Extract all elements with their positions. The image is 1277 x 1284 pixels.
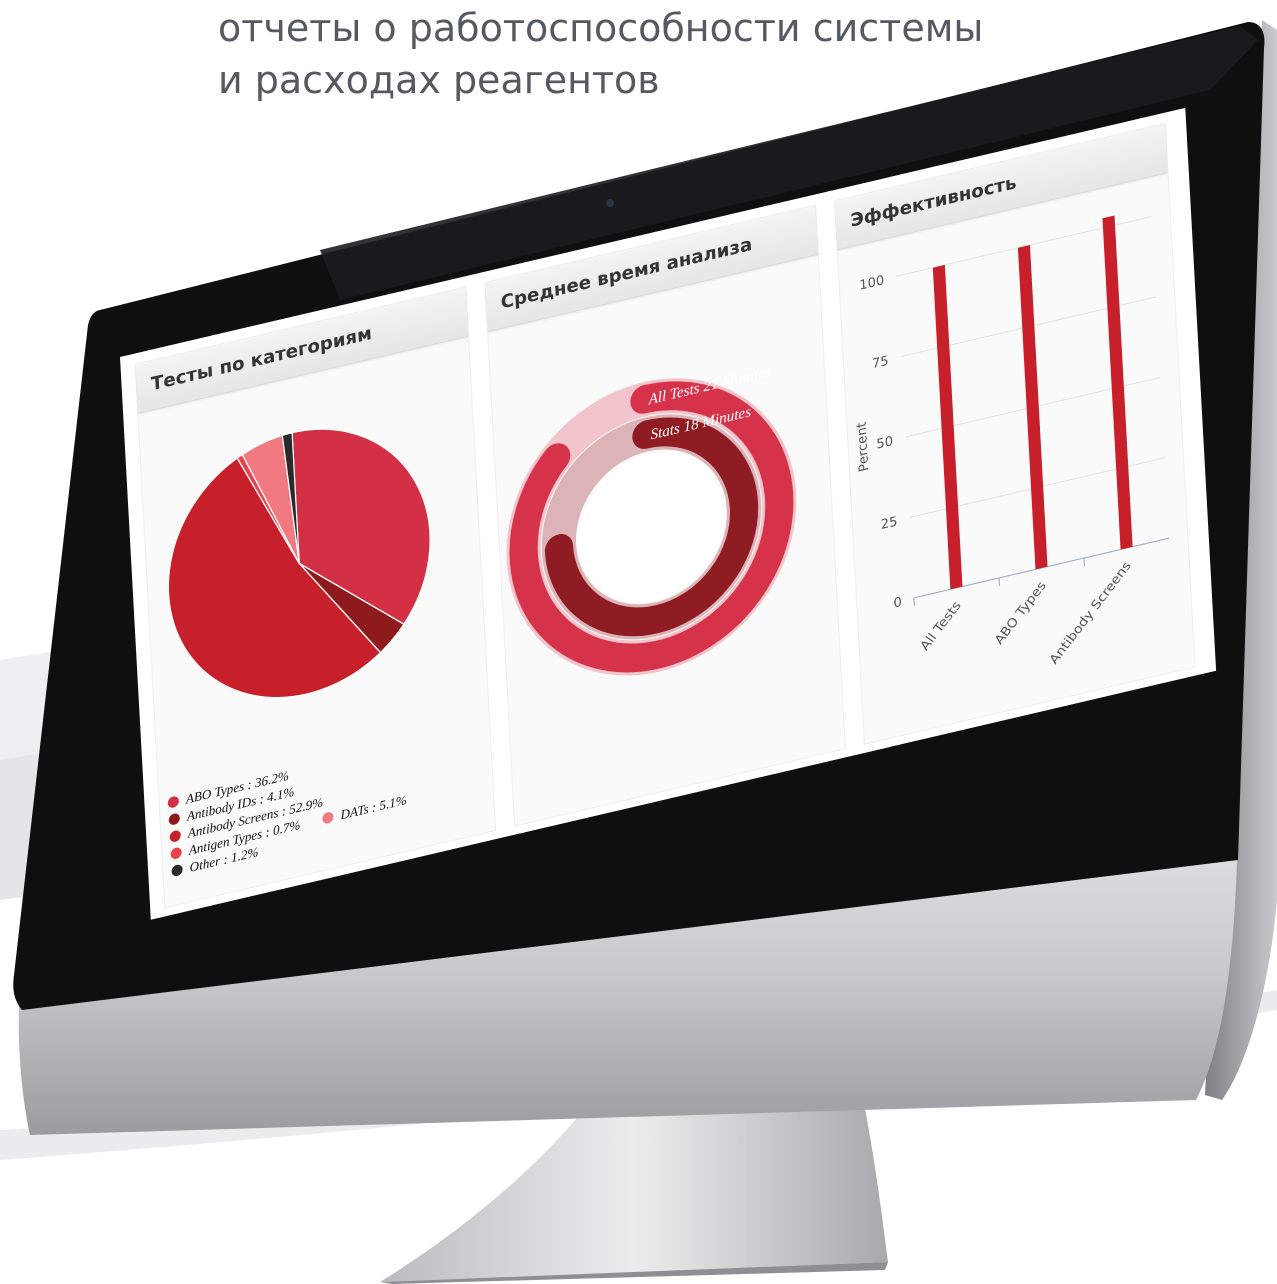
- y-axis-label: Percent: [855, 420, 872, 473]
- y-tick-label: 25: [880, 514, 897, 533]
- legend-dot-icon: [322, 811, 334, 825]
- y-tick-label: 50: [876, 434, 893, 453]
- y-tick-label: 75: [872, 354, 889, 373]
- pie-chart: [167, 428, 431, 699]
- bar-chart: 0 25 50 75 100 Percent All Tests ABO TypesAntib…: [855, 215, 1170, 667]
- x-tick-label: All Tests: [918, 599, 964, 653]
- legend-dot-icon: [169, 829, 182, 844]
- radial-chart: All Tests 21 MinutesStats 18 Minutes: [506, 363, 797, 676]
- panel-categories: Тесты по категориям ABO Types : 36.2% Ant…: [134, 286, 497, 909]
- panel-efficiency: Эффективность 0 25 50 75 100 Percent All Tests…: [834, 122, 1196, 745]
- bar-all-tests[interactable]: [932, 264, 963, 590]
- bar-antibody-screens[interactable]: [1102, 215, 1133, 550]
- legend-dot-icon: [167, 795, 180, 809]
- legend-dot-icon: [170, 846, 182, 861]
- camera-icon: [606, 199, 614, 207]
- legend-dot-icon: [168, 812, 181, 826]
- panel-avg-time: Среднее время анализа All Tests 21 Minut…: [484, 204, 846, 827]
- y-tick-label: 100: [859, 273, 885, 294]
- x-tick-label: Antibody Screens: [1047, 559, 1134, 667]
- bar-abo-types[interactable]: [1017, 244, 1048, 570]
- legend-dot-icon: [171, 863, 183, 878]
- y-tick-label: 0: [893, 595, 902, 612]
- x-tick-label: ABO Types: [992, 579, 1049, 647]
